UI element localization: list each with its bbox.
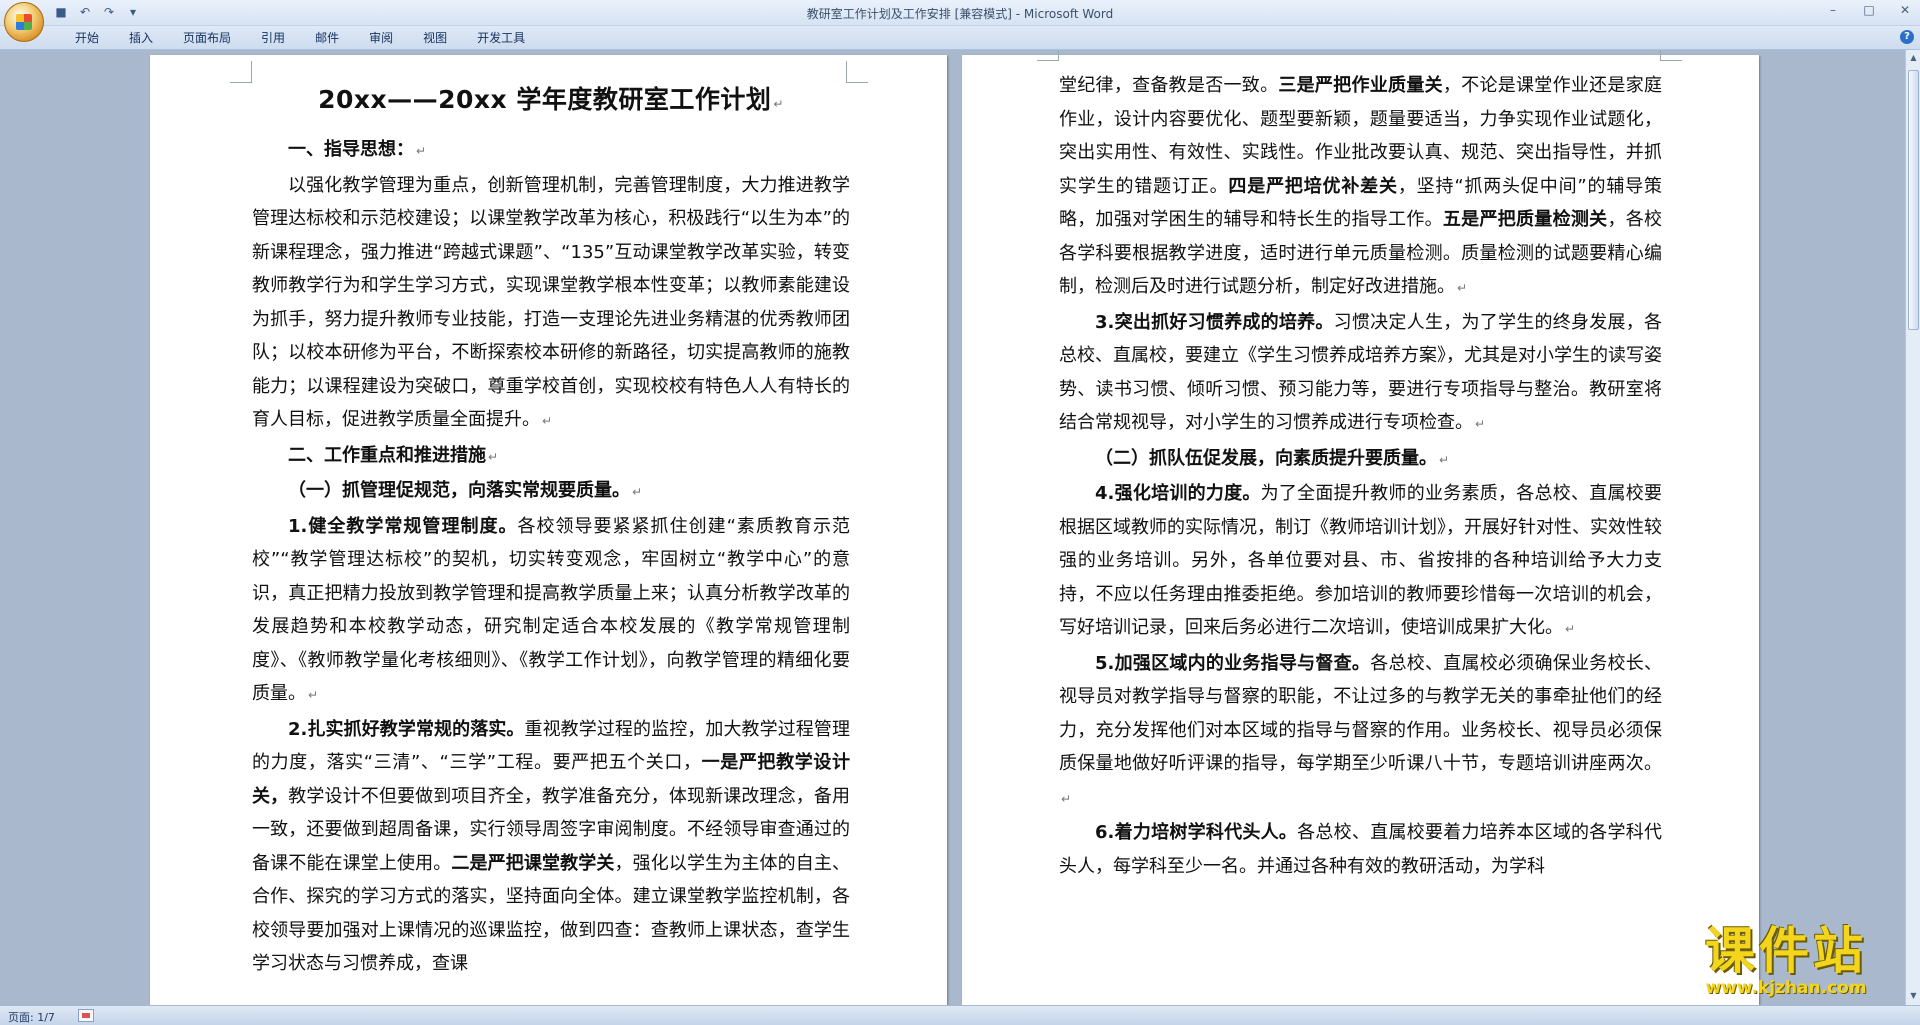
tab-developer[interactable]: 开发工具: [462, 30, 540, 46]
page-content: 20xx——20xx 学年度教研室工作计划 ↵ 一、指导思想： ↵ 以强化教学管理为…: [252, 83, 850, 981]
watermark-text: 课件站: [1705, 922, 1867, 980]
tab-insert[interactable]: 插入: [114, 30, 168, 46]
tab-page-layout[interactable]: 页面布局: [168, 30, 246, 46]
status-bar: 页面: 1/7: [0, 1005, 1920, 1025]
watermark-logo: 课件站 www.kjzhan.com: [1668, 924, 1904, 1005]
scroll-down-icon[interactable]: ▼: [1908, 990, 1919, 1002]
tab-mailings[interactable]: 邮件: [300, 30, 354, 46]
tab-references[interactable]: 引用: [246, 30, 300, 46]
document-page-2[interactable]: 堂纪律，查备教是否一致。三是严把作业质量关，不论是课堂作业还是家庭作业，设计内容…: [962, 50, 1759, 1005]
close-button[interactable]: ✕: [1896, 3, 1914, 17]
tab-view[interactable]: 视图: [408, 30, 462, 46]
tab-home[interactable]: 开始: [60, 30, 114, 46]
window-controls: – □ ✕: [1824, 3, 1914, 17]
maximize-button[interactable]: □: [1860, 3, 1878, 17]
window-title: 教研室工作计划及工作安排 [兼容模式] - Microsoft Word: [806, 7, 1114, 21]
section-heading: 一、指导思想： ↵: [288, 139, 427, 160]
watermark-url: www.kjzhan.com: [1705, 978, 1867, 998]
tab-review[interactable]: 审阅: [354, 30, 408, 46]
paragraph: 3.突出抓好习惯养成的培养。习惯决定人生，为了学生的终身发展，各总校、直属校，要…: [1059, 311, 1662, 434]
title-bar: ■ ↶ ↷ ▾ 教研室工作计划及工作安排 [兼容模式] - Microsoft …: [0, 0, 1920, 42]
page-count[interactable]: 页面: 1/7: [8, 1009, 55, 1025]
vertical-scrollbar[interactable]: ▲ ▼: [1905, 50, 1920, 1005]
paragraph: 1.健全教学常规管理制度。各校领导要紧紧抓住创建“素质教育示范校”“教学管理达标…: [252, 515, 850, 705]
scroll-up-icon[interactable]: ▲: [1908, 52, 1919, 64]
section-heading: 二、工作重点和推进措施 ↵: [288, 444, 499, 466]
ribbon-tab-bar: 开始 插入 页面布局 引用 邮件 审阅 视图 开发工具 ?: [0, 26, 1920, 50]
margin-corner-mark: [846, 61, 868, 83]
office-button[interactable]: [4, 2, 44, 42]
margin-corner-mark: [1037, 50, 1059, 61]
paragraph: 以强化教学管理为重点，创新管理机制，完善管理制度，大力推进教学管理达标校和示范校…: [252, 174, 850, 431]
paragraph: 2.扎实抓好教学常规的落实。重视教学过程的监控，加大教学过程管理的力度，落实“三…: [252, 718, 850, 975]
page-content: 堂纪律，查备教是否一致。三是严把作业质量关，不论是课堂作业还是家庭作业，设计内容…: [1059, 69, 1662, 883]
minimize-button[interactable]: –: [1824, 3, 1842, 17]
subsection-heading: （二）抓队伍促发展，向素质提升要质量。 ↵: [1095, 447, 1450, 469]
subsection-heading: （一）抓管理促规范，向落实常规要质量。 ↵: [288, 480, 643, 501]
document-page-1[interactable]: 20xx——20xx 学年度教研室工作计划 ↵ 一、指导思想： ↵ 以强化教学管理为…: [150, 55, 947, 1005]
help-icon[interactable]: ?: [1900, 30, 1914, 44]
margin-corner-mark: [1660, 50, 1682, 61]
paragraph: 6.着力培树学科代头人。各总校、直属校要着力培养本区域的各学科代头人，每学科至少…: [1059, 822, 1662, 877]
document-workspace: 20xx——20xx 学年度教研室工作计划 ↵ 一、指导思想： ↵ 以强化教学管理为…: [0, 50, 1905, 1005]
paragraph: 5.加强区域内的业务指导与督查。各总校、直属校必须确保业务校长、视导员对教学指导…: [1059, 652, 1662, 806]
paragraph: 堂纪律，查备教是否一致。三是严把作业质量关，不论是课堂作业还是家庭作业，设计内容…: [1059, 75, 1663, 297]
margin-corner-mark: [230, 61, 252, 83]
proofing-icon[interactable]: [78, 1009, 94, 1022]
paragraph: 4.强化培训的力度。为了全面提升教师的业务素质，各总校、直属校要根据区域教师的实…: [1059, 483, 1662, 638]
scrollbar-thumb[interactable]: [1908, 70, 1919, 330]
document-title: 20xx——20xx 学年度教研室工作计划 ↵: [318, 85, 784, 114]
